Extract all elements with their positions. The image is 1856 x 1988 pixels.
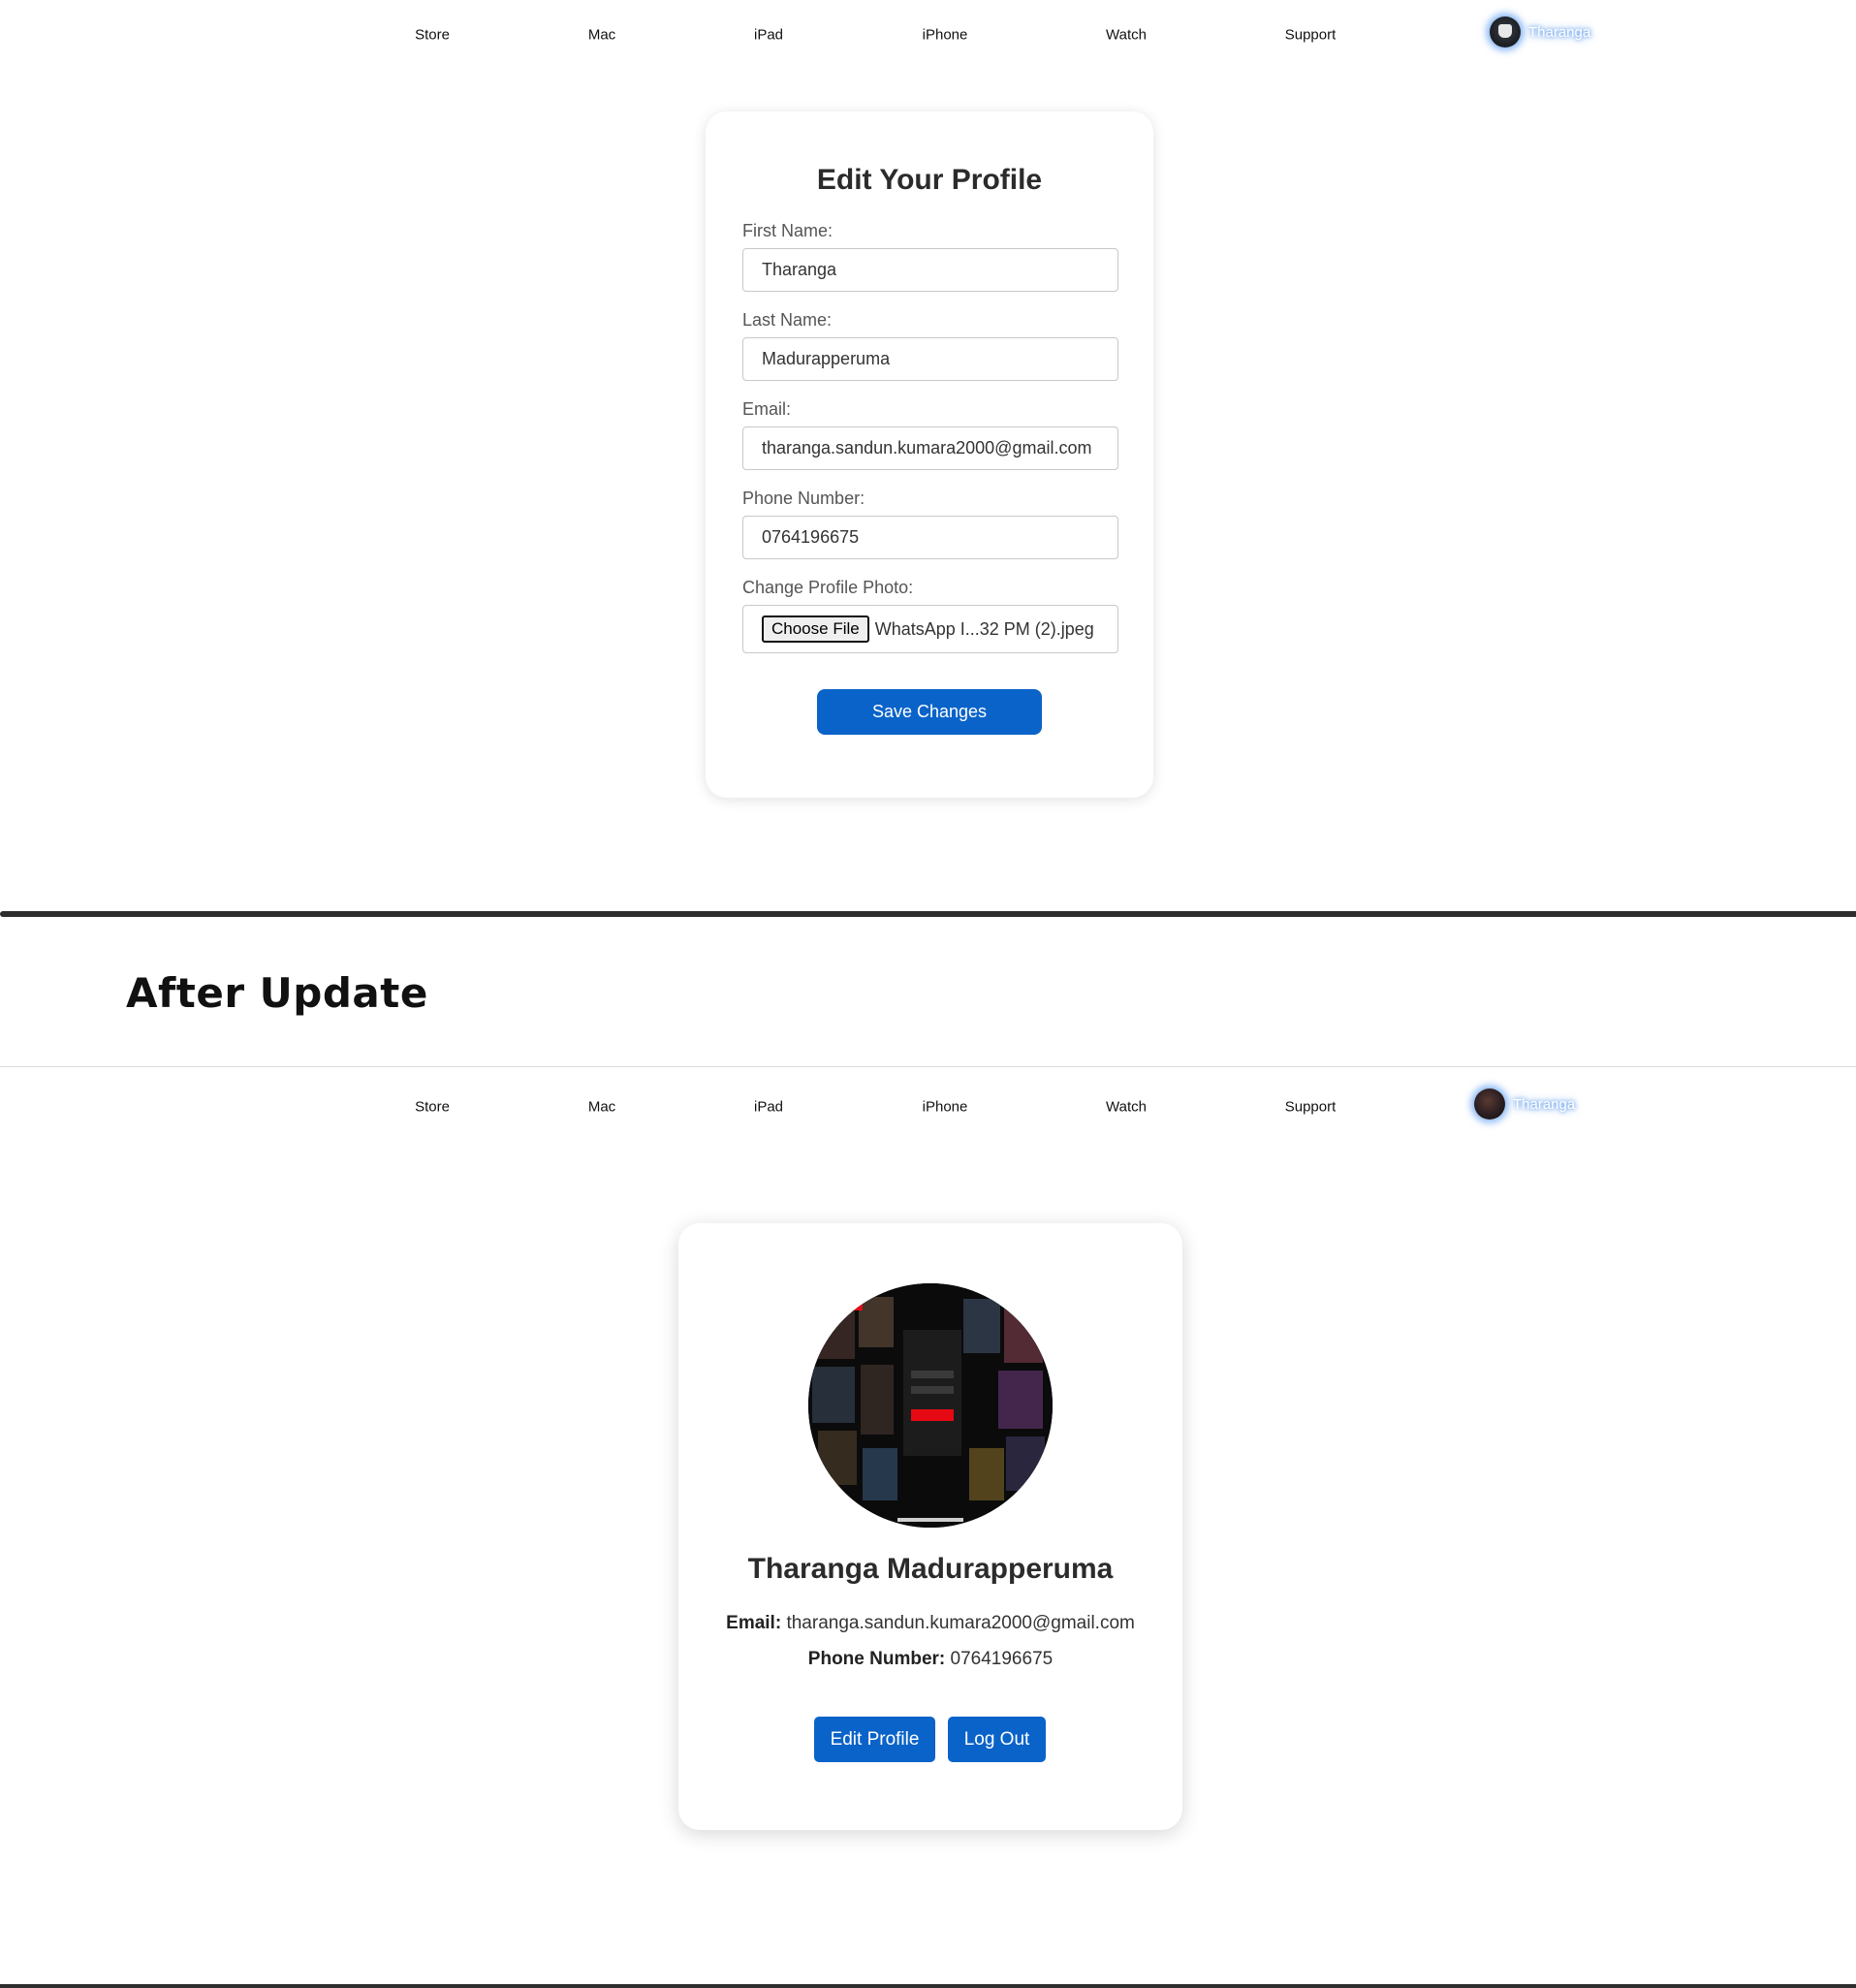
user-avatar[interactable]	[1490, 16, 1521, 47]
nav-username[interactable]: Tharanga	[1513, 1096, 1575, 1113]
phone-label: Phone Number:	[807, 1649, 946, 1669]
profile-name: Tharanga Madurapperuma	[747, 1553, 1114, 1585]
email-field[interactable]	[742, 426, 1118, 470]
nav-iphone[interactable]: iPhone	[923, 27, 968, 44]
nav-user-menu[interactable]: Tharanga	[1490, 16, 1590, 47]
profile-photo	[808, 1283, 1053, 1528]
phone-label: Phone Number:	[742, 489, 865, 508]
email-value: tharanga.sandun.kumara2000@gmail.com	[786, 1613, 1135, 1633]
top-nav-after: Store Mac iPad iPhone Watch Support Thar…	[0, 1072, 1856, 1142]
photo-label: Change Profile Photo:	[742, 578, 914, 597]
photo-file-input[interactable]: Choose File WhatsApp I...32 PM (2).jpeg	[742, 605, 1118, 653]
section-divider-thin	[0, 1066, 1856, 1067]
nav-ipad[interactable]: iPad	[754, 1099, 783, 1116]
edit-profile-card: Edit Your Profile First Name: Last Name:…	[706, 111, 1153, 798]
nav-user-menu[interactable]: Tharanga	[1474, 1089, 1575, 1120]
nav-username[interactable]: Tharanga	[1528, 24, 1590, 41]
last-name-field[interactable]	[742, 337, 1118, 381]
bottom-edge	[0, 1984, 1856, 1988]
last-name-label: Last Name:	[742, 310, 833, 330]
phone-value: 0764196675	[950, 1649, 1054, 1669]
profile-phone: Phone Number: 0764196675	[678, 1649, 1182, 1670]
nav-iphone[interactable]: iPhone	[923, 1099, 968, 1116]
choose-file-button[interactable]: Choose File	[762, 615, 869, 643]
edit-profile-title: Edit Your Profile	[816, 164, 1043, 196]
edit-profile-button[interactable]: Edit Profile	[814, 1717, 935, 1762]
first-name-label: First Name:	[742, 221, 834, 240]
profile-email: Email: tharanga.sandun.kumara2000@gmail.…	[678, 1613, 1182, 1634]
first-name-field[interactable]	[742, 248, 1118, 292]
top-nav: Store Mac iPad iPhone Watch Support Thar…	[0, 0, 1856, 70]
log-out-button[interactable]: Log Out	[948, 1717, 1046, 1762]
profile-card: Tharanga Madurapperuma Email: tharanga.s…	[678, 1223, 1182, 1830]
section-title: After Update	[126, 969, 428, 1017]
nav-support[interactable]: Support	[1285, 27, 1337, 44]
nav-ipad[interactable]: iPad	[754, 27, 783, 44]
section-divider	[0, 911, 1856, 917]
email-label: Email:	[742, 399, 792, 419]
nav-store[interactable]: Store	[415, 27, 450, 44]
email-label: Email:	[726, 1613, 782, 1633]
nav-store[interactable]: Store	[415, 1099, 450, 1116]
nav-watch[interactable]: Watch	[1106, 1099, 1147, 1116]
selected-file-name: WhatsApp I...32 PM (2).jpeg	[874, 618, 1094, 639]
save-changes-button[interactable]: Save Changes	[817, 689, 1042, 735]
nav-support[interactable]: Support	[1285, 1099, 1337, 1116]
nav-watch[interactable]: Watch	[1106, 27, 1147, 44]
profile-photo-image	[808, 1283, 1053, 1528]
user-avatar[interactable]	[1474, 1089, 1505, 1120]
nav-mac[interactable]: Mac	[588, 1099, 615, 1116]
phone-field[interactable]	[742, 516, 1118, 559]
nav-mac[interactable]: Mac	[588, 27, 615, 44]
